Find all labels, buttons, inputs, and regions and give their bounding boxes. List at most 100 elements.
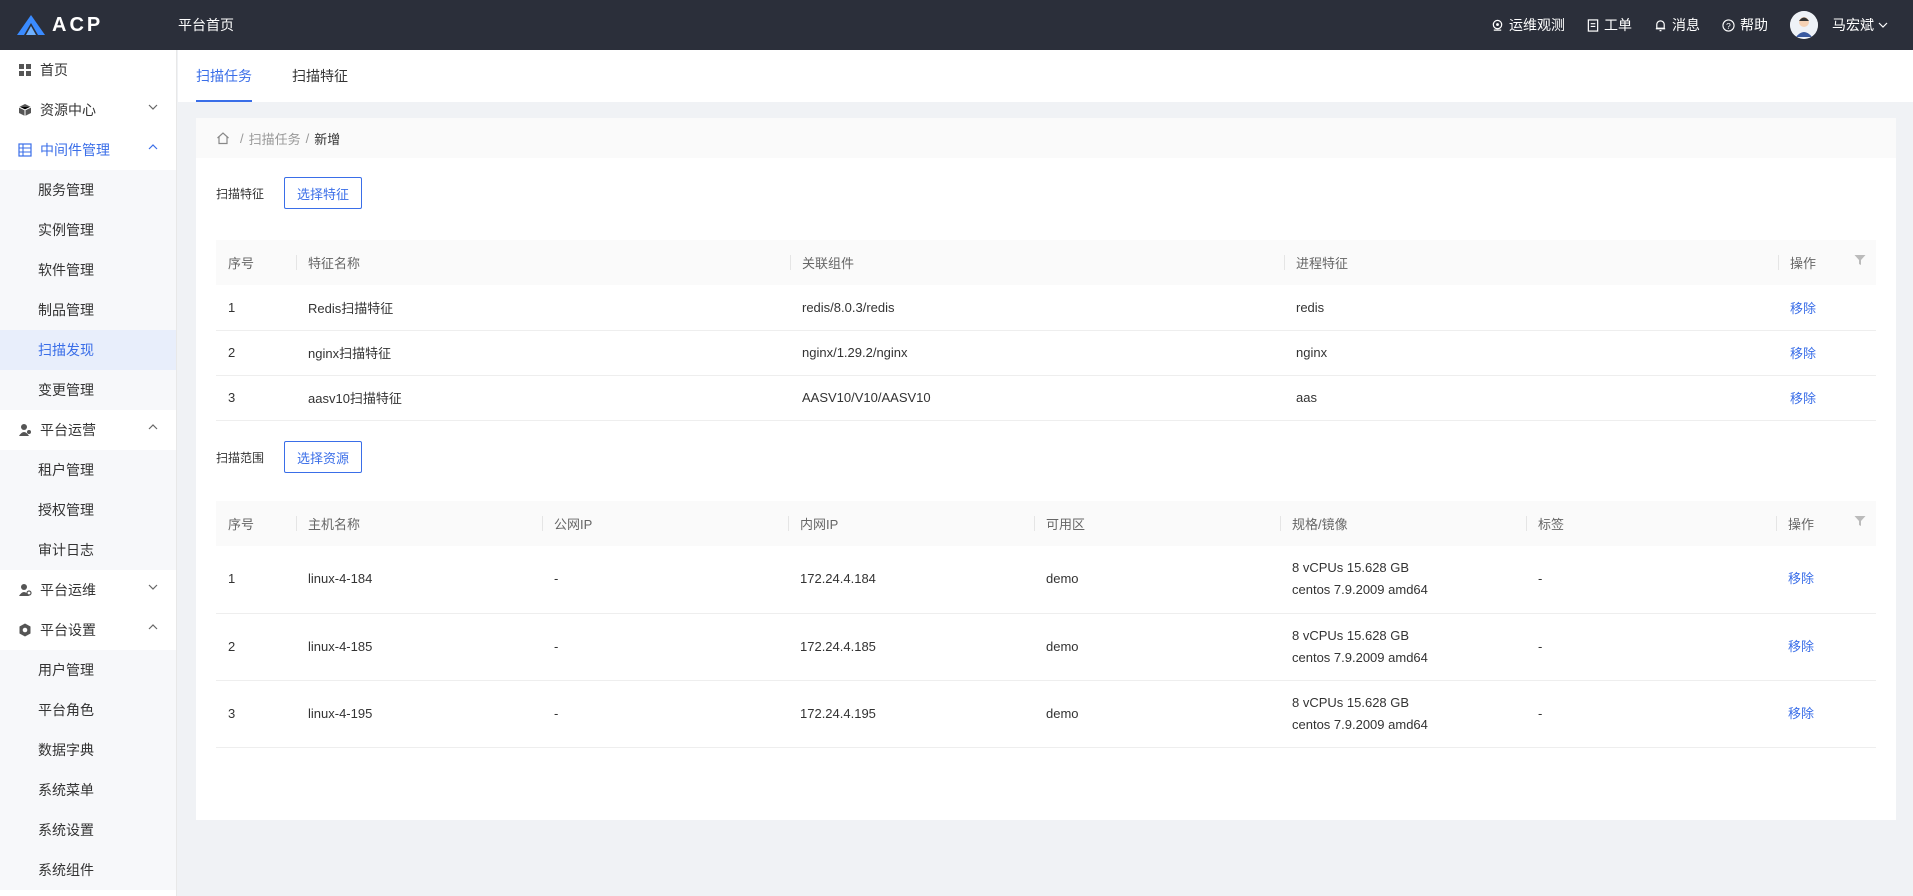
home-icon[interactable] bbox=[216, 131, 230, 145]
sidebar-item-scan-discovery[interactable]: 扫描发现 bbox=[0, 330, 176, 370]
cell-process: aas bbox=[1284, 375, 1778, 421]
sidebar-item-platform-ops[interactable]: 平台运营 bbox=[0, 410, 176, 450]
sidebar-item-system-menu[interactable]: 系统菜单 bbox=[0, 770, 176, 810]
chevron-down-icon bbox=[1878, 22, 1888, 28]
remove-link[interactable]: 移除 bbox=[1776, 680, 1876, 748]
table-row: 2 nginx扫描特征 nginx/1.29.2/nginx nginx 移除 bbox=[216, 330, 1876, 376]
ticket-icon bbox=[1587, 18, 1599, 32]
sidebar-item-label: 中间件管理 bbox=[40, 142, 110, 158]
cell-no: 3 bbox=[216, 680, 296, 748]
sidebar-item-service-mgmt[interactable]: 服务管理 bbox=[0, 170, 176, 210]
cell-spec: 8 vCPUs 15.628 GB centos 7.9.2009 amd64 bbox=[1280, 546, 1526, 614]
col-header: 序号 bbox=[228, 517, 255, 532]
filter-icon[interactable] bbox=[1854, 515, 1866, 527]
resource-table: 序号 主机名称 公网IP 内网IP 可用区 规格/镜像 标签 操作 1 linu… bbox=[216, 501, 1876, 748]
sidebar-item-instance-mgmt[interactable]: 实例管理 bbox=[0, 210, 176, 250]
col-header: 序号 bbox=[228, 256, 255, 271]
sidebar-item-middleware[interactable]: 中间件管理 bbox=[0, 130, 176, 170]
sidebar: 首页 资源中心 中间件管理 服务管理 实例管理 软件管理 制品管理 扫描发现 变… bbox=[0, 50, 177, 896]
select-resource-button[interactable]: 选择资源 bbox=[284, 441, 363, 473]
user-settings-icon bbox=[18, 583, 32, 597]
breadcrumb-scan-tasks[interactable]: 扫描任务 bbox=[249, 129, 301, 148]
sidebar-item-change-mgmt[interactable]: 变更管理 bbox=[0, 370, 176, 410]
nav-help[interactable]: ? 帮助 bbox=[1722, 15, 1768, 35]
cell-no: 1 bbox=[216, 546, 296, 614]
help-icon: ? bbox=[1722, 18, 1735, 32]
logo-text: ACP bbox=[52, 13, 104, 36]
server-icon bbox=[18, 143, 32, 157]
cell-tag: - bbox=[1526, 546, 1776, 614]
cell-component: AASV10/V10/AASV10 bbox=[790, 375, 1284, 421]
app-title[interactable]: 平台首页 bbox=[178, 15, 234, 35]
sidebar-item-auth-mgmt[interactable]: 授权管理 bbox=[0, 490, 176, 530]
col-header: 内网IP bbox=[788, 501, 1034, 546]
remove-link[interactable]: 移除 bbox=[1778, 330, 1876, 376]
sidebar-item-artifact-mgmt[interactable]: 制品管理 bbox=[0, 290, 176, 330]
chevron-down-icon bbox=[148, 584, 158, 590]
sidebar-item-platform-settings[interactable]: 平台设置 bbox=[0, 610, 176, 650]
cell-spec: 8 vCPUs 15.628 GB centos 7.9.2009 amd64 bbox=[1280, 613, 1526, 681]
nav-observe[interactable]: 运维观测 bbox=[1491, 15, 1565, 35]
svg-text:?: ? bbox=[1726, 20, 1731, 30]
image-text: centos 7.9.2009 amd64 bbox=[1292, 649, 1428, 665]
col-header: 主机名称 bbox=[296, 501, 542, 546]
sidebar-item-software-mgmt[interactable]: 软件管理 bbox=[0, 250, 176, 290]
sidebar-item-label: 平台运维 bbox=[40, 582, 96, 598]
tab-scan-features[interactable]: 扫描特征 bbox=[292, 50, 348, 102]
spec-text: 8 vCPUs 15.628 GB bbox=[1292, 560, 1410, 576]
cell-process: nginx bbox=[1284, 330, 1778, 376]
sidebar-item-data-dictionary[interactable]: 数据字典 bbox=[0, 730, 176, 770]
scan-feature-row: 扫描特征 选择特征 bbox=[216, 177, 363, 209]
col-header: 操作 bbox=[1776, 501, 1876, 546]
spec-text: 8 vCPUs 15.628 GB bbox=[1292, 694, 1410, 710]
breadcrumb-current: 新增 bbox=[314, 131, 341, 147]
table-row: 2 linux-4-185 - 172.24.4.185 demo 8 vCPU… bbox=[216, 613, 1876, 681]
col-header: 进程特征 bbox=[1284, 240, 1778, 285]
remove-link[interactable]: 移除 bbox=[1778, 285, 1876, 331]
logo[interactable]: ACP bbox=[16, 14, 162, 37]
remove-link[interactable]: 移除 bbox=[1776, 546, 1876, 614]
sidebar-item-user-mgmt[interactable]: 用户管理 bbox=[0, 650, 176, 690]
cell-zone: demo bbox=[1034, 680, 1280, 748]
nav-observe-label: 运维观测 bbox=[1509, 17, 1565, 33]
avatar[interactable] bbox=[1790, 11, 1818, 39]
col-header: 特征名称 bbox=[296, 240, 790, 285]
user-menu[interactable]: 马宏斌 bbox=[1832, 15, 1888, 35]
cell-private-ip: 172.24.4.185 bbox=[788, 613, 1034, 681]
sidebar-item-system-components[interactable]: 系统组件 bbox=[0, 850, 176, 890]
tab-scan-tasks[interactable]: 扫描任务 bbox=[196, 50, 252, 102]
user-avatar-icon bbox=[1790, 11, 1818, 39]
remove-link[interactable]: 移除 bbox=[1778, 375, 1876, 421]
top-bar: ACP 平台首页 运维观测 工单 消息 ? 帮助 马宏斌 bbox=[0, 0, 1913, 50]
sidebar-item-home[interactable]: 首页 bbox=[0, 50, 176, 90]
col-header: 公网IP bbox=[542, 501, 788, 546]
scan-feature-label: 扫描特征 bbox=[216, 186, 265, 201]
image-text: centos 7.9.2009 amd64 bbox=[1292, 716, 1428, 732]
sidebar-item-resource-center[interactable]: 资源中心 bbox=[0, 90, 176, 130]
sidebar-item-tenant-mgmt[interactable]: 租户管理 bbox=[0, 450, 176, 490]
sidebar-item-system-settings[interactable]: 系统设置 bbox=[0, 810, 176, 850]
sidebar-item-platform-role[interactable]: 平台角色 bbox=[0, 690, 176, 730]
cell-host: linux-4-184 bbox=[296, 546, 542, 614]
select-feature-button[interactable]: 选择特征 bbox=[284, 177, 363, 209]
filter-icon[interactable] bbox=[1854, 254, 1866, 266]
tab-bar: 扫描任务 扫描特征 bbox=[178, 50, 1913, 102]
cell-feature-name: nginx扫描特征 bbox=[296, 330, 790, 376]
cell-feature-name: Redis扫描特征 bbox=[296, 285, 790, 331]
scan-range-label: 扫描范围 bbox=[216, 450, 265, 465]
cell-no: 2 bbox=[216, 330, 296, 376]
cell-private-ip: 172.24.4.195 bbox=[788, 680, 1034, 748]
nav-message[interactable]: 消息 bbox=[1654, 15, 1700, 35]
remove-link[interactable]: 移除 bbox=[1776, 613, 1876, 681]
cell-no: 2 bbox=[216, 613, 296, 681]
top-nav: 运维观测 工单 消息 ? 帮助 马宏斌 bbox=[1469, 0, 1913, 50]
cell-zone: demo bbox=[1034, 613, 1280, 681]
sidebar-item-audit-log[interactable]: 审计日志 bbox=[0, 530, 176, 570]
nav-ticket[interactable]: 工单 bbox=[1587, 15, 1632, 35]
cell-host: linux-4-195 bbox=[296, 680, 542, 748]
cell-host: linux-4-185 bbox=[296, 613, 542, 681]
spec-text: 8 vCPUs 15.628 GB bbox=[1292, 627, 1410, 643]
sidebar-item-platform-maintenance[interactable]: 平台运维 bbox=[0, 570, 176, 610]
cell-public-ip: - bbox=[542, 546, 788, 614]
sidebar-item-label: 资源中心 bbox=[40, 102, 96, 118]
